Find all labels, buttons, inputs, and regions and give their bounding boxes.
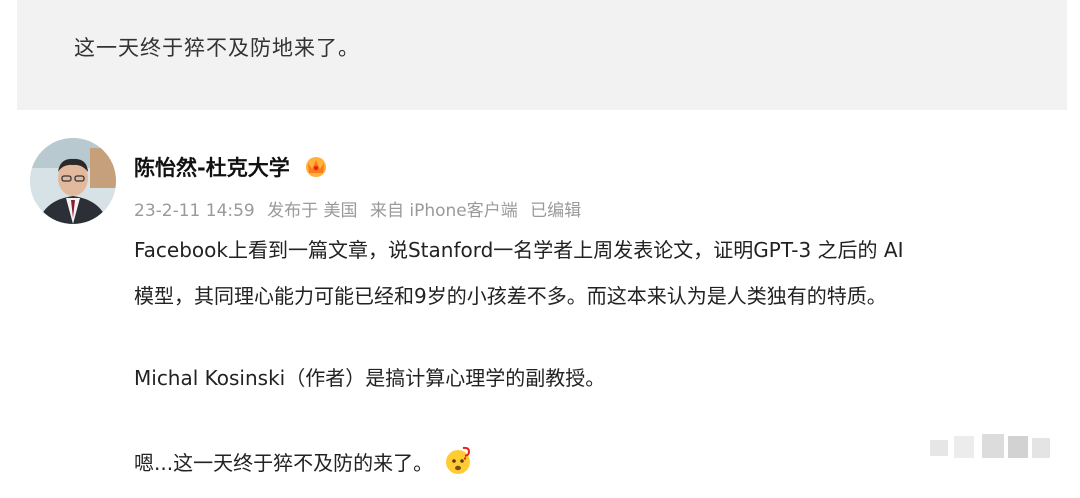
post-text-line: Michal Kosinski（作者）是搞计算心理学的副教授。 [134, 366, 606, 390]
thinking-emoji-icon [443, 446, 473, 481]
post-date[interactable]: 23-2-11 14:59 [134, 201, 255, 221]
post-location: 发布于 美国 [267, 201, 358, 221]
author-name[interactable]: 陈怡然-杜克大学 [134, 152, 329, 183]
quoted-text: 这一天终于猝不及防地来了。 [74, 36, 360, 60]
avatar-image [30, 138, 116, 224]
author-name-text[interactable]: 陈怡然-杜克大学 [134, 156, 290, 180]
post-source: 来自 iPhone客户端 [369, 201, 518, 221]
post-text-line: 模型，其同理心能力可能已经和9岁的小孩差不多。而这本来认为是人类独有的特质。 [134, 284, 887, 308]
post-meta: 23-2-11 14:59 发布于 美国 来自 iPhone客户端 已编辑 [134, 196, 588, 221]
quoted-text-block: 这一天终于猝不及防地来了。 [17, 0, 1067, 110]
post-text-last-line: 嗯...这一天终于猝不及防的来了。 [134, 446, 473, 481]
blurred-watermark [920, 430, 1060, 464]
author-avatar[interactable] [30, 138, 116, 224]
vip-crown-icon [303, 154, 329, 183]
edited-label[interactable]: 已编辑 [530, 201, 581, 221]
post-text-line: Facebook上看到一篇文章，说Stanford一名学者上周发表论文，证明GP… [134, 238, 904, 262]
post-text-line: 嗯...这一天终于猝不及防的来了。 [134, 451, 434, 475]
